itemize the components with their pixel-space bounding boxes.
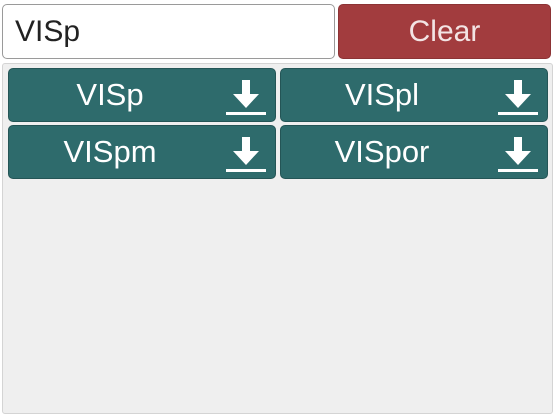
download-icon[interactable]: [225, 132, 267, 174]
result-item-visp[interactable]: VISp: [8, 68, 276, 122]
result-label: VISpm: [63, 134, 157, 169]
download-icon[interactable]: [225, 75, 267, 117]
result-label: VISpor: [334, 134, 430, 169]
clear-button[interactable]: Clear: [338, 4, 551, 59]
result-item-vispm[interactable]: VISpm: [8, 125, 276, 179]
search-input[interactable]: [2, 4, 335, 59]
result-label: VISp: [76, 77, 144, 112]
download-icon[interactable]: [497, 75, 539, 117]
download-icon[interactable]: [497, 132, 539, 174]
result-label: VISpl: [344, 77, 420, 112]
app-frame: Clear VISp VISpl VISpm VISpor: [0, 0, 558, 420]
result-item-vispl[interactable]: VISpl: [280, 68, 548, 122]
result-item-vispor[interactable]: VISpor: [280, 125, 548, 179]
